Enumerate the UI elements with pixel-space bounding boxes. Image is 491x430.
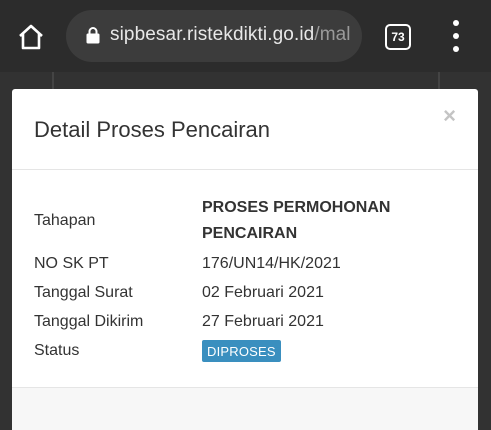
detail-list: Tahapan PROSES PERMOHONAN PENCAIRAN NO S… <box>34 193 464 365</box>
detail-value: PROSES PERMOHONAN PENCAIRAN <box>202 199 391 242</box>
lock-icon <box>86 26 100 44</box>
url-text: sipbesar.ristekdikti.go.id/mal <box>110 24 351 46</box>
modal-header: Detail Proses Pencairan × <box>12 89 478 170</box>
detail-row-tanggal-dikirim: Tanggal Dikirim 27 Februari 2021 <box>34 307 464 336</box>
kebab-menu-icon[interactable] <box>446 20 466 52</box>
detail-label: Tanggal Surat <box>34 283 133 301</box>
modal-footer <box>12 387 478 430</box>
detail-value: DIPROSES <box>202 339 464 362</box>
status-badge: DIPROSES <box>202 339 281 362</box>
address-bar[interactable]: sipbesar.ristekdikti.go.id/mal <box>66 10 362 62</box>
detail-label: Tanggal Dikirim <box>34 312 144 330</box>
detail-modal: Detail Proses Pencairan × Tahapan PROSES… <box>12 89 478 430</box>
home-icon[interactable] <box>16 22 46 52</box>
detail-label: Status <box>34 341 80 359</box>
url-host: sipbesar.ristekdikti.go.id <box>110 24 315 45</box>
url-path: /mal <box>314 24 351 45</box>
detail-row-tanggal-surat: Tanggal Surat 02 Februari 2021 <box>34 278 464 307</box>
modal-title: Detail Proses Pencairan <box>34 117 271 142</box>
detail-row-status: Status DIPROSES <box>34 336 464 365</box>
detail-value: 176/UN14/HK/2021 <box>202 254 341 272</box>
detail-value: 27 Februari 2021 <box>202 312 324 330</box>
close-icon[interactable]: × <box>443 105 456 127</box>
browser-toolbar: sipbesar.ristekdikti.go.id/mal 73 <box>0 0 491 72</box>
detail-row-tahapan: Tahapan PROSES PERMOHONAN PENCAIRAN <box>34 193 464 249</box>
detail-value: 02 Februari 2021 <box>202 283 324 301</box>
detail-label: Tahapan <box>34 212 96 229</box>
detail-row-no-sk: NO SK PT 176/UN14/HK/2021 <box>34 249 464 278</box>
tabs-counter-icon[interactable]: 73 <box>385 24 411 50</box>
detail-label: NO SK PT <box>34 254 109 272</box>
